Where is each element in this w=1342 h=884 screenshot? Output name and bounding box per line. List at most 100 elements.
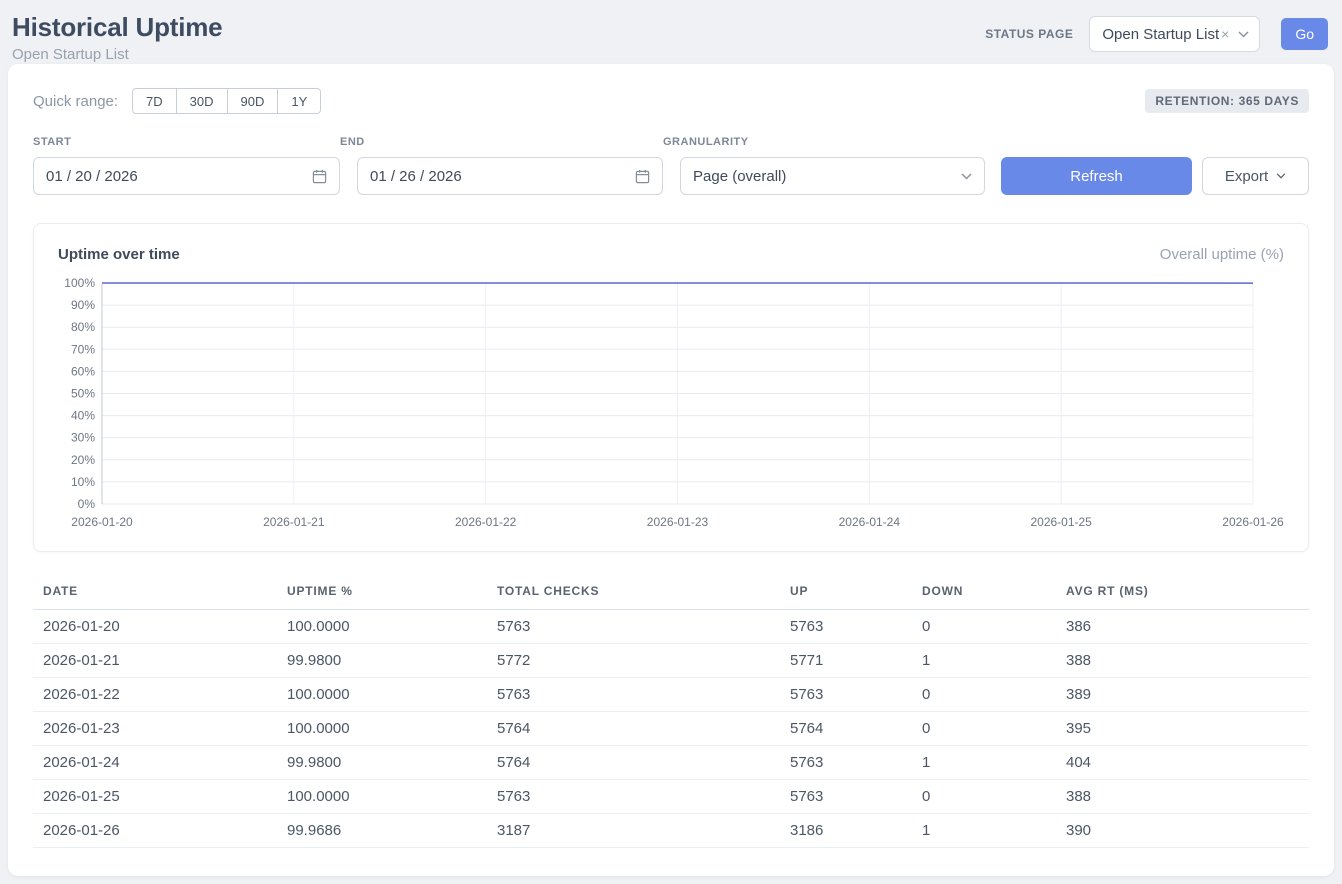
status-page-select-value: Open Startup List xyxy=(1102,26,1219,43)
svg-text:2026-01-20: 2026-01-20 xyxy=(71,515,133,529)
title-block: Historical Uptime Open Startup List xyxy=(12,12,222,63)
start-date-input[interactable]: 01 / 20 / 2026 xyxy=(33,157,340,195)
quick-range-1y-button[interactable]: 1Y xyxy=(277,88,321,114)
table-cell: 5764 xyxy=(780,712,912,746)
table-row: 2026-01-2499.9800576457631404 xyxy=(33,746,1309,780)
calendar-icon[interactable] xyxy=(312,169,327,184)
end-date-value: 01 / 26 / 2026 xyxy=(370,168,462,185)
svg-text:40%: 40% xyxy=(71,409,95,423)
top-header: Historical Uptime Open Startup List STAT… xyxy=(0,0,1342,64)
svg-text:2026-01-21: 2026-01-21 xyxy=(263,515,325,529)
table-cell: 1 xyxy=(912,644,1056,678)
page-title: Historical Uptime xyxy=(12,12,222,43)
svg-text:30%: 30% xyxy=(71,431,95,445)
table-cell: 99.9686 xyxy=(277,814,487,848)
chart-card: Uptime over time Overall uptime (%) 0% 10… xyxy=(33,223,1309,552)
retention-badge: RETENTION: 365 DAYS xyxy=(1145,89,1309,113)
table-cell: 99.9800 xyxy=(277,746,487,780)
table-cell: 100.0000 xyxy=(277,712,487,746)
uptime-chart: 0%10%20%30%40%50%60%70%80%90%100%2026-01… xyxy=(56,275,1288,537)
svg-text:0%: 0% xyxy=(78,497,96,511)
table-cell: 5763 xyxy=(780,610,912,644)
chevron-down-icon xyxy=(961,173,972,180)
table-cell: 2026-01-21 xyxy=(33,644,277,678)
clear-selection-icon[interactable]: × xyxy=(1221,26,1229,42)
quick-range-group: 7D30D90D1Y xyxy=(132,88,321,114)
status-page-select[interactable]: Open Startup List × xyxy=(1089,16,1260,52)
table-cell: 5763 xyxy=(487,678,780,712)
header-right: STATUS PAGE Open Startup List × Go xyxy=(985,16,1328,52)
table-cell: 2026-01-24 xyxy=(33,746,277,780)
table-cell: 0 xyxy=(912,678,1056,712)
table-cell: 3186 xyxy=(780,814,912,848)
table-cell: 2026-01-22 xyxy=(33,678,277,712)
table-cell: 388 xyxy=(1056,644,1309,678)
chevron-down-icon xyxy=(1276,173,1286,179)
end-date-input[interactable]: 01 / 26 / 2026 xyxy=(357,157,663,195)
table-cell: 5763 xyxy=(780,678,912,712)
granularity-label: GRANULARITY xyxy=(663,136,985,148)
table-row: 2026-01-22100.0000576357630389 xyxy=(33,678,1309,712)
table-cell: 3187 xyxy=(487,814,780,848)
table-cell: 5763 xyxy=(487,610,780,644)
export-button[interactable]: Export xyxy=(1202,157,1309,195)
column-header: UPTIME % xyxy=(277,576,487,610)
table-cell: 2026-01-23 xyxy=(33,712,277,746)
filter-form-row: START 01 / 20 / 2026 END 01 / 26 / 2026 … xyxy=(33,136,1309,195)
table-cell: 1 xyxy=(912,814,1056,848)
quick-range-row: Quick range: 7D30D90D1Y RETENTION: 365 D… xyxy=(33,88,1309,114)
granularity-select[interactable]: Page (overall) xyxy=(680,157,985,195)
quick-range-30d-button[interactable]: 30D xyxy=(176,88,228,114)
go-button[interactable]: Go xyxy=(1281,18,1328,50)
start-date-value: 01 / 20 / 2026 xyxy=(46,168,138,185)
table-cell: 5763 xyxy=(780,780,912,814)
table-cell: 0 xyxy=(912,610,1056,644)
table-cell: 5771 xyxy=(780,644,912,678)
table-cell: 395 xyxy=(1056,712,1309,746)
chart-legend: Overall uptime (%) xyxy=(1160,246,1284,263)
table-cell: 5763 xyxy=(780,746,912,780)
export-button-label: Export xyxy=(1225,168,1268,185)
table-cell: 388 xyxy=(1056,780,1309,814)
table-row: 2026-01-2199.9800577257711388 xyxy=(33,644,1309,678)
svg-text:80%: 80% xyxy=(71,320,95,334)
chevron-down-icon xyxy=(1238,31,1249,38)
chart-title: Uptime over time xyxy=(58,246,180,263)
granularity-value: Page (overall) xyxy=(693,168,786,185)
svg-text:2026-01-23: 2026-01-23 xyxy=(647,515,709,529)
column-header: DATE xyxy=(33,576,277,610)
chart-header: Uptime over time Overall uptime (%) xyxy=(56,246,1286,263)
table-cell: 1 xyxy=(912,746,1056,780)
svg-text:50%: 50% xyxy=(71,387,95,401)
table-cell: 5764 xyxy=(487,712,780,746)
table-cell: 100.0000 xyxy=(277,780,487,814)
page-subtitle: Open Startup List xyxy=(12,46,222,63)
table-row: 2026-01-25100.0000576357630388 xyxy=(33,780,1309,814)
quick-range-label: Quick range: xyxy=(33,93,118,110)
table-body: 2026-01-20100.00005763576303862026-01-21… xyxy=(33,610,1309,848)
page: Historical Uptime Open Startup List STAT… xyxy=(0,0,1342,876)
table-cell: 2026-01-26 xyxy=(33,814,277,848)
table-row: 2026-01-20100.0000576357630386 xyxy=(33,610,1309,644)
granularity-field: GRANULARITY Page (overall) xyxy=(663,136,985,195)
table-cell: 5772 xyxy=(487,644,780,678)
table-cell: 386 xyxy=(1056,610,1309,644)
start-label: START xyxy=(33,136,340,148)
svg-text:70%: 70% xyxy=(71,342,95,356)
column-header: AVG RT (MS) xyxy=(1056,576,1309,610)
table-cell: 5764 xyxy=(487,746,780,780)
table-cell: 389 xyxy=(1056,678,1309,712)
svg-text:90%: 90% xyxy=(71,298,95,312)
quick-range-7d-button[interactable]: 7D xyxy=(132,88,177,114)
column-header: DOWN xyxy=(912,576,1056,610)
svg-text:2026-01-25: 2026-01-25 xyxy=(1030,515,1092,529)
quick-range-90d-button[interactable]: 90D xyxy=(227,88,279,114)
status-page-label: STATUS PAGE xyxy=(985,27,1073,41)
table-cell: 100.0000 xyxy=(277,610,487,644)
refresh-button[interactable]: Refresh xyxy=(1001,157,1192,195)
svg-text:2026-01-22: 2026-01-22 xyxy=(455,515,517,529)
calendar-icon[interactable] xyxy=(635,169,650,184)
svg-text:60%: 60% xyxy=(71,364,95,378)
table-header-row: DATEUPTIME %TOTAL CHECKSUPDOWNAVG RT (MS… xyxy=(33,576,1309,610)
svg-text:100%: 100% xyxy=(64,276,95,290)
